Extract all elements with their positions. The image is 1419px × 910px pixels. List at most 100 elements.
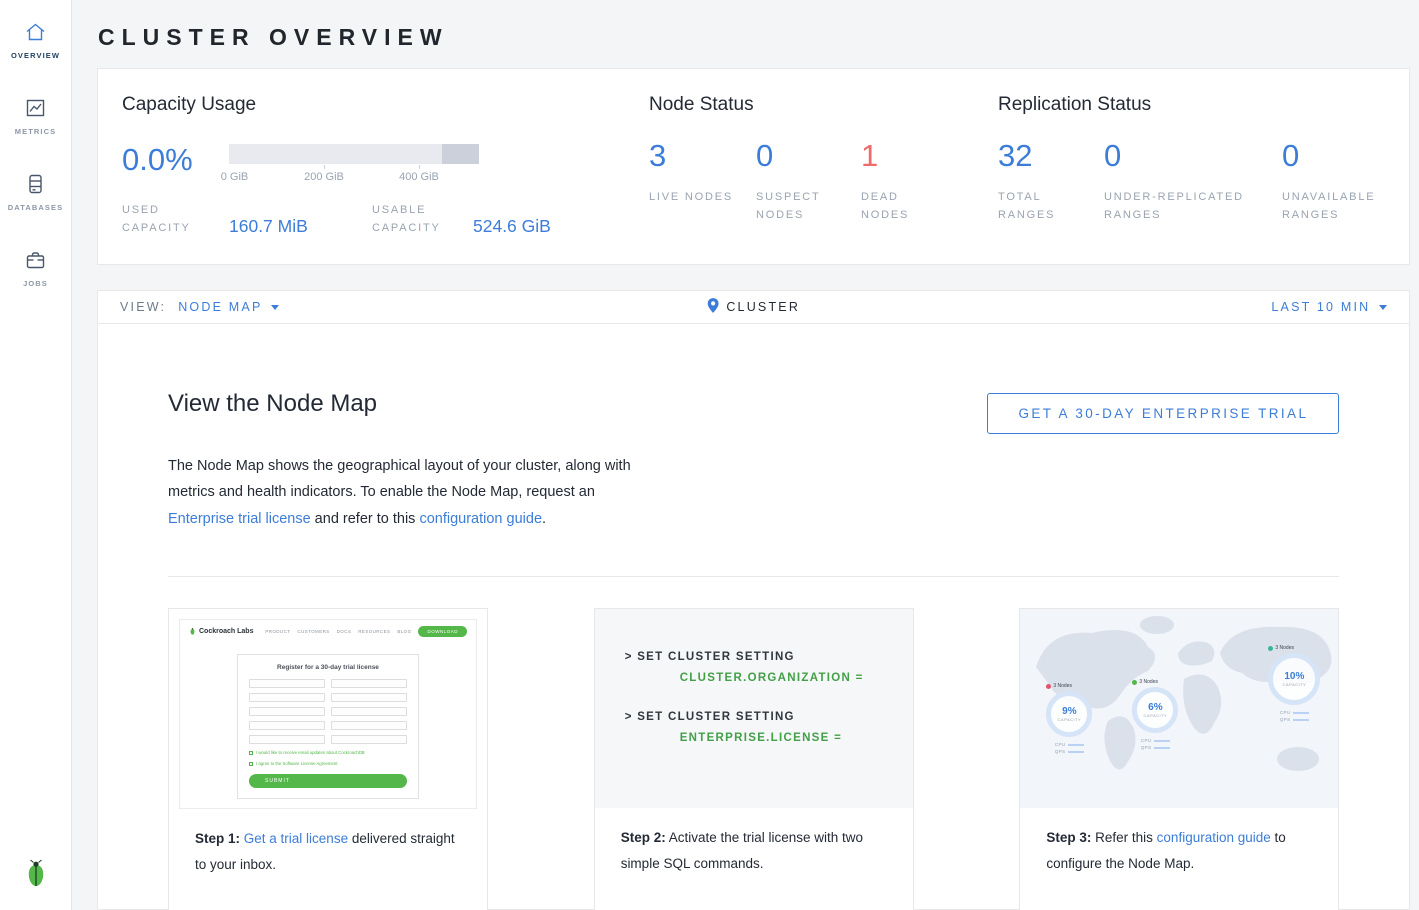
metric-bar	[1068, 751, 1084, 753]
enterprise-trial-button[interactable]: GET A 30-DAY ENTERPRISE TRIAL	[987, 393, 1339, 434]
sql-command-setting: ENTERPRISE.LICENSE =	[680, 732, 913, 744]
mock-input	[249, 707, 325, 716]
mock-checkbox-label: I would like to receive email updates ab…	[256, 750, 365, 755]
step3-label: Step 3:	[1046, 830, 1091, 845]
enterprise-trial-license-link[interactable]: Enterprise trial license	[168, 511, 311, 527]
used-capacity-label: USED CAPACITY	[122, 201, 229, 237]
region-nodes-tag: 3 Nodes	[1132, 679, 1158, 685]
node-dot-icon	[1268, 646, 1273, 651]
capacity-caption: CAPACITY	[1283, 682, 1307, 687]
metric-label: QPS	[1055, 749, 1065, 754]
node-status-section: Node Status 3 LIVE NODES 0 SUSPECT NODES…	[649, 94, 998, 264]
sidebar-item-databases[interactable]: DATABASES	[8, 172, 63, 212]
suspect-nodes-stat: 0 SUSPECT NODES	[756, 140, 861, 224]
mock-input	[331, 707, 407, 716]
mock-checkbox-row: I would like to receive email updates ab…	[249, 750, 407, 755]
databases-icon	[23, 172, 48, 196]
cockroachdb-logo-icon	[23, 859, 49, 894]
step3-node-map-preview: 3 Nodes 9% CAPACITY CPU QPS 3 Nodes	[1020, 609, 1338, 808]
replication-status-title: Replication Status	[998, 94, 1385, 116]
usable-capacity-value: 524.6 GiB	[473, 216, 551, 237]
capacity-percent: 9%	[1062, 706, 1076, 717]
app-root: OVERVIEW METRICS DATABASES	[0, 0, 1419, 910]
sidebar-item-label: DATABASES	[8, 203, 63, 212]
home-icon	[23, 20, 48, 44]
mock-site-header: Cockroach Labs PRODUCT CUSTOMERS DOCS RE…	[180, 620, 476, 643]
location-pin-icon	[707, 298, 718, 316]
step3-caption-text: Refer this	[1091, 830, 1156, 845]
chevron-down-icon	[271, 305, 279, 310]
sidebar-item-overview[interactable]: OVERVIEW	[11, 20, 60, 60]
capacity-caption: CAPACITY	[1144, 713, 1168, 718]
live-nodes-stat: 3 LIVE NODES	[649, 140, 756, 224]
mock-checkbox-label: I agree to the Software License Agreemen…	[256, 761, 337, 766]
get-trial-license-link[interactable]: Get a trial license	[244, 831, 348, 846]
mock-nav-item: RESOURCES	[358, 629, 390, 634]
node-map-card: View the Node Map GET A 30-DAY ENTERPRIS…	[97, 324, 1410, 910]
mock-form-title: Register for a 30-day trial license	[249, 664, 407, 671]
breadcrumb: CLUSTER	[707, 298, 800, 316]
view-selector-value: NODE MAP	[178, 300, 262, 314]
sql-command-setting: CLUSTER.ORGANIZATION =	[680, 672, 913, 684]
dead-nodes-label: DEAD NODES	[861, 188, 946, 224]
under-replicated-ranges-value: 0	[1104, 140, 1272, 171]
capacity-usage-title: Capacity Usage	[122, 94, 649, 116]
metric-label: QPS	[1141, 745, 1151, 750]
metric-label: CPU	[1280, 710, 1290, 715]
unavailable-ranges-value: 0	[1282, 140, 1375, 171]
steps-row: Cockroach Labs PRODUCT CUSTOMERS DOCS RE…	[168, 608, 1339, 910]
capacity-percent: 10%	[1284, 671, 1304, 682]
metric-bar	[1293, 712, 1309, 714]
metrics-icon	[23, 96, 48, 120]
region-metrics: CPU QPS	[1055, 740, 1084, 754]
mock-input	[249, 679, 325, 688]
main-content: CLUSTER OVERVIEW Capacity Usage 0.0% 0 G…	[72, 0, 1419, 910]
cluster-summary-card: Capacity Usage 0.0% 0 GiB 200 GiB 400 Gi…	[97, 68, 1410, 265]
node-dot-icon	[1046, 684, 1051, 689]
region-badge: 3 Nodes 9% CAPACITY CPU QPS	[1046, 683, 1092, 754]
description-text: and refer to this	[311, 511, 420, 527]
sidebar-item-jobs[interactable]: JOBS	[23, 248, 48, 288]
dead-nodes-value: 1	[861, 140, 946, 171]
mock-nav: PRODUCT CUSTOMERS DOCS RESOURCES BLOG	[265, 629, 411, 634]
sidebar-item-metrics[interactable]: METRICS	[15, 96, 56, 136]
description-text: .	[542, 511, 546, 527]
metric-bar	[1154, 740, 1170, 742]
region-nodes-tag: 3 Nodes	[1268, 645, 1294, 651]
step2-label: Step 2:	[621, 830, 666, 845]
node-map-title: View the Node Map	[168, 390, 377, 418]
used-capacity-value: 160.7 MiB	[229, 216, 372, 237]
sidebar-item-label: JOBS	[23, 279, 48, 288]
region-nodes-tag: 3 Nodes	[1046, 683, 1072, 689]
capacity-donut: 6% CAPACITY	[1132, 687, 1178, 733]
metric-bar	[1293, 719, 1309, 721]
view-selector-dropdown[interactable]: NODE MAP	[178, 300, 279, 314]
mock-input	[331, 679, 407, 688]
configuration-guide-link[interactable]: configuration guide	[419, 511, 542, 527]
metric-bar	[1154, 747, 1170, 749]
mock-input	[331, 735, 407, 744]
time-range-dropdown[interactable]: LAST 10 MIN	[1271, 300, 1387, 314]
usable-capacity-label: USABLE CAPACITY	[372, 201, 473, 237]
step3-caption: Step 3: Refer this configuration guide t…	[1020, 808, 1338, 878]
region-nodes-label: 3 Nodes	[1139, 679, 1158, 685]
view-label: VIEW:	[120, 300, 166, 314]
replication-status-section: Replication Status 32 TOTAL RANGES 0 UND…	[998, 94, 1385, 264]
configuration-guide-link[interactable]: configuration guide	[1157, 830, 1271, 845]
sidebar-item-label: OVERVIEW	[11, 51, 60, 60]
sidebar-item-label: METRICS	[15, 127, 56, 136]
mock-input	[249, 693, 325, 702]
capacity-bar: 0 GiB 200 GiB 400 GiB	[229, 140, 479, 187]
region-badge: 3 Nodes 10% CAPACITY CPU QPS	[1268, 645, 1320, 722]
mock-download-button: DOWNLOAD	[418, 626, 467, 637]
live-nodes-label: LIVE NODES	[649, 188, 734, 206]
capacity-donut: 9% CAPACITY	[1046, 691, 1092, 737]
step3-card: 3 Nodes 9% CAPACITY CPU QPS 3 Nodes	[1019, 608, 1339, 910]
unavailable-ranges-label: UNAVAILABLE RANGES	[1282, 188, 1375, 224]
mock-nav-item: BLOG	[397, 629, 411, 634]
mock-trial-form: Register for a 30-day trial license I	[237, 654, 419, 799]
capacity-percent-value: 0.0%	[122, 140, 229, 187]
dead-nodes-stat: 1 DEAD NODES	[861, 140, 956, 224]
divider	[168, 576, 1339, 577]
total-ranges-value: 32	[998, 140, 1094, 171]
